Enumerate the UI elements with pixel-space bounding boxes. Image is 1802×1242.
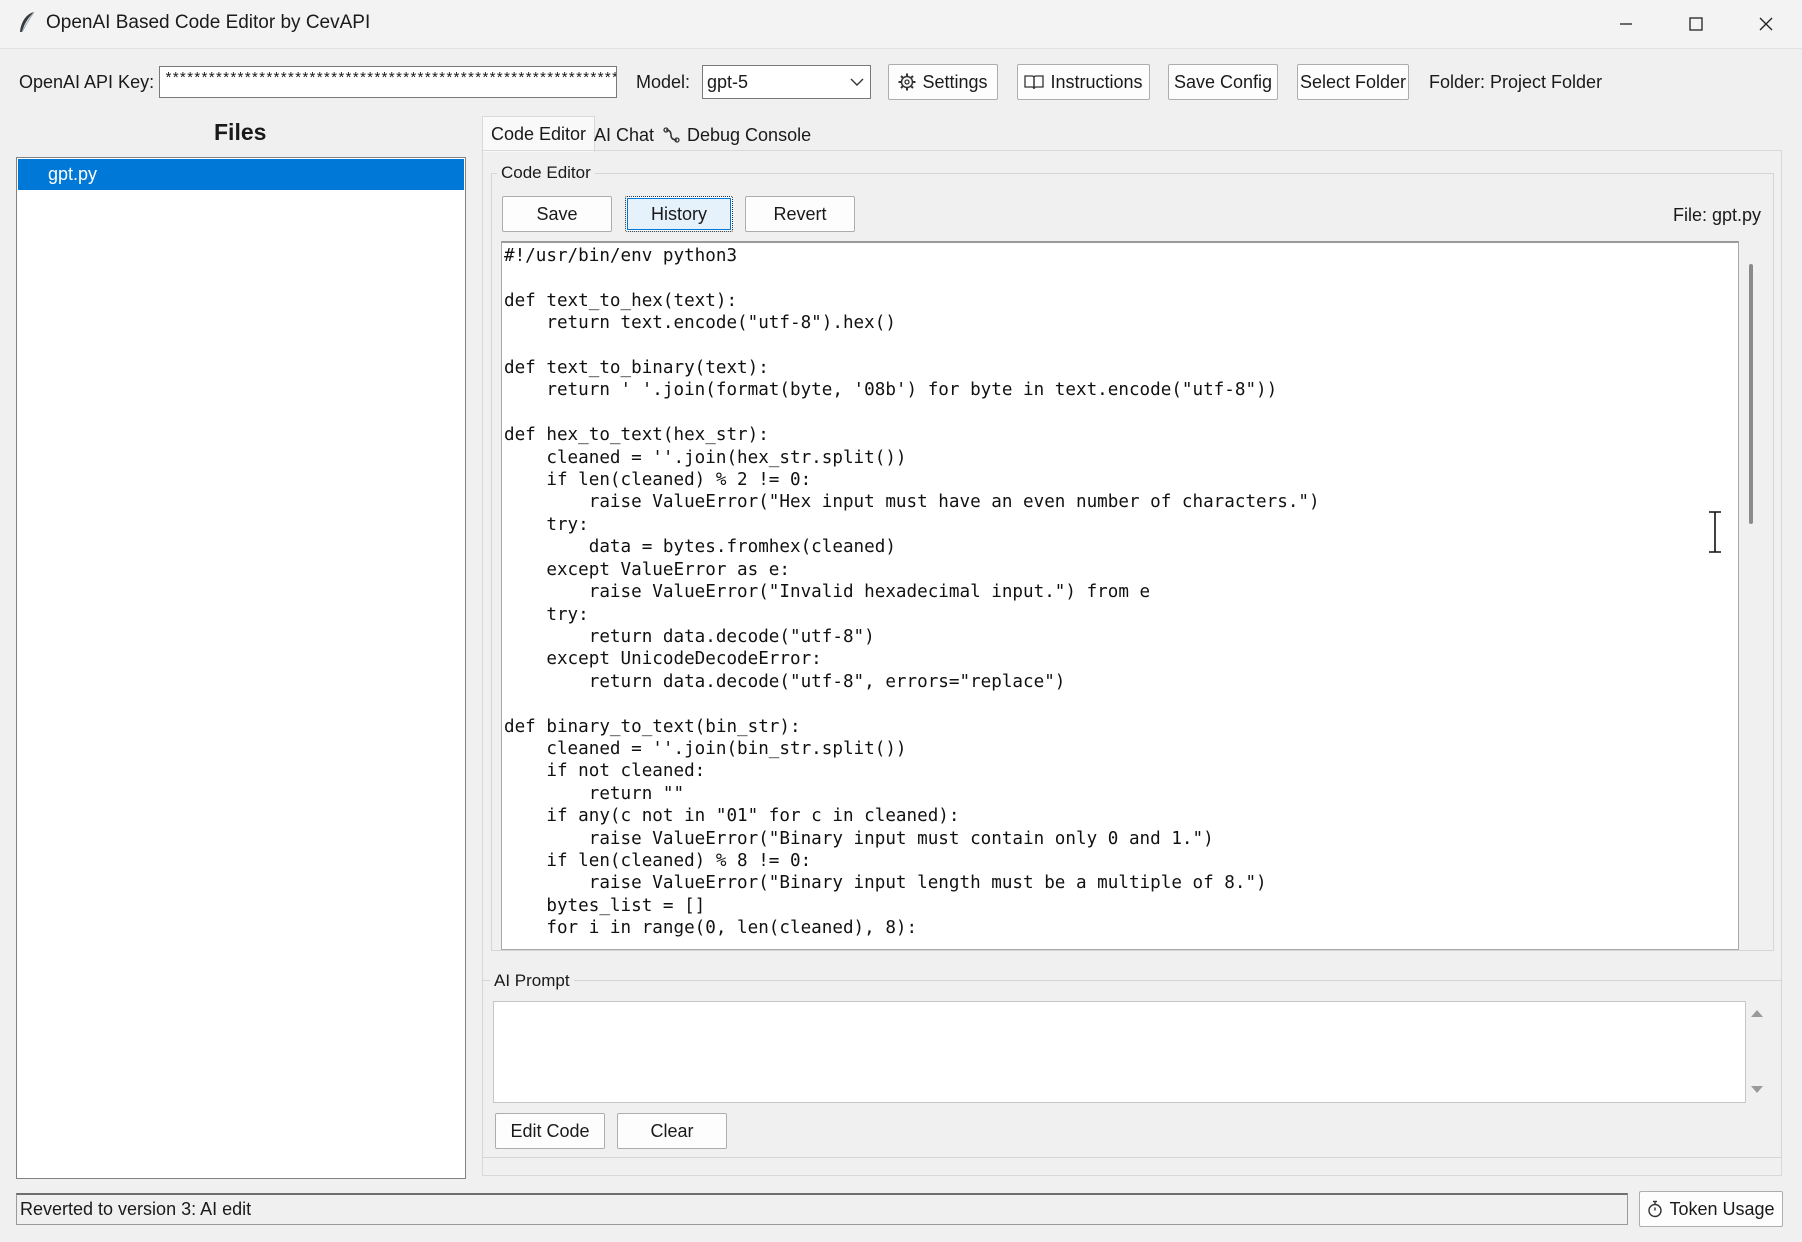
window-title: OpenAI Based Code Editor by CevAPI bbox=[46, 12, 371, 33]
token-usage-label: Token Usage bbox=[1669, 1198, 1775, 1219]
ai-prompt-input[interactable] bbox=[493, 1001, 1746, 1103]
clear-button[interactable]: Clear bbox=[617, 1113, 727, 1149]
select-folder-label: Select Folder bbox=[1299, 71, 1407, 92]
book-icon bbox=[1024, 75, 1045, 90]
code-content: #!/usr/bin/env python3 def text_to_hex(t… bbox=[504, 246, 1320, 939]
ai-prompt-group-label: AI Prompt bbox=[490, 971, 574, 991]
gear-icon bbox=[898, 73, 916, 91]
minimize-button[interactable] bbox=[1591, 0, 1661, 48]
revert-label: Revert bbox=[773, 203, 827, 224]
edit-code-label: Edit Code bbox=[510, 1120, 590, 1141]
close-button[interactable] bbox=[1731, 0, 1801, 48]
revert-button[interactable]: Revert bbox=[745, 196, 855, 232]
tab-ai-chat[interactable]: AI Chat bbox=[594, 120, 654, 150]
edit-code-button[interactable]: Edit Code bbox=[495, 1113, 605, 1149]
code-scrollbar[interactable] bbox=[1749, 264, 1753, 524]
close-icon bbox=[1759, 17, 1773, 31]
maximize-button[interactable] bbox=[1661, 0, 1731, 48]
token-usage-button[interactable]: Token Usage bbox=[1639, 1191, 1783, 1227]
save-button[interactable]: Save bbox=[502, 196, 612, 232]
stopwatch-icon bbox=[1648, 1200, 1663, 1218]
api-key-field[interactable]: ****************************************… bbox=[159, 66, 617, 98]
code-editor-textarea[interactable]: #!/usr/bin/env python3 def text_to_hex(t… bbox=[501, 241, 1739, 950]
file-item-gpt-py[interactable]: gpt.py bbox=[18, 159, 464, 190]
status-bar: Reverted to version 3: AI edit bbox=[16, 1193, 1628, 1225]
model-label: Model: bbox=[636, 72, 691, 92]
save-label: Save bbox=[536, 203, 578, 224]
instructions-label: Instructions bbox=[1050, 71, 1143, 92]
history-button[interactable]: History bbox=[625, 196, 733, 232]
api-key-label: OpenAI API Key: bbox=[19, 72, 155, 92]
history-label: History bbox=[650, 203, 707, 224]
feather-icon bbox=[20, 11, 35, 33]
bug-icon bbox=[663, 127, 680, 143]
text-cursor-icon bbox=[1709, 510, 1721, 554]
files-heading: Files bbox=[214, 119, 267, 145]
tab-debug-console-label: Debug Console bbox=[687, 124, 812, 145]
code-editor-group-label: Code Editor bbox=[497, 163, 595, 183]
files-list[interactable]: gpt.py bbox=[16, 157, 466, 1179]
minimize-icon bbox=[1620, 23, 1632, 25]
save-config-label: Save Config bbox=[1173, 71, 1273, 92]
instructions-button[interactable]: Instructions bbox=[1017, 64, 1150, 100]
settings-label: Settings bbox=[922, 71, 988, 92]
save-config-button[interactable]: Save Config bbox=[1168, 64, 1278, 100]
folder-path: Folder: Project Folder bbox=[1429, 72, 1603, 92]
select-folder-button[interactable]: Select Folder bbox=[1297, 64, 1409, 100]
model-select[interactable]: gpt-5 bbox=[702, 65, 871, 99]
current-file-label: File: gpt.py bbox=[1673, 205, 1762, 225]
maximize-icon bbox=[1689, 17, 1703, 31]
tab-debug-console[interactable]: Debug Console bbox=[663, 120, 811, 150]
chevron-down-icon bbox=[850, 78, 864, 86]
clear-label: Clear bbox=[650, 1120, 694, 1141]
model-value: gpt-5 bbox=[707, 72, 749, 92]
api-key-value: ****************************************… bbox=[164, 71, 617, 88]
scroll-down-icon[interactable] bbox=[1750, 1085, 1764, 1095]
tab-code-editor[interactable]: Code Editor bbox=[482, 116, 596, 152]
scroll-up-icon[interactable] bbox=[1750, 1008, 1764, 1018]
settings-button[interactable]: Settings bbox=[888, 64, 998, 100]
